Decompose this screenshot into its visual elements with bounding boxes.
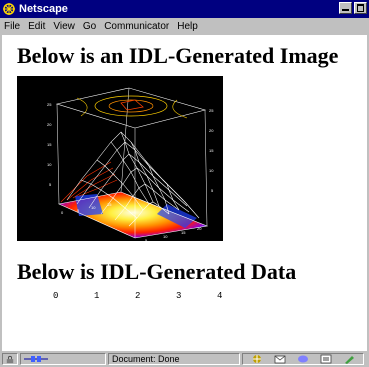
surface-plot-graphic: 25 20 15 10 5 25 20 15 10 5 0 5 10 15 5 …	[47, 87, 214, 241]
svg-text:5: 5	[145, 238, 148, 241]
navigator-icon[interactable]	[251, 354, 263, 364]
status-text-panel: Document: Done	[108, 353, 240, 365]
data-value: 0	[53, 291, 59, 301]
svg-text:5: 5	[211, 188, 214, 193]
mail-icon[interactable]	[274, 354, 286, 364]
svg-text:15: 15	[47, 142, 52, 147]
minimize-icon	[342, 9, 349, 11]
page-content[interactable]: Below is an IDL-Generated Image 25 20 15…	[2, 35, 367, 351]
svg-text:20: 20	[209, 128, 214, 133]
svg-text:25: 25	[209, 108, 214, 113]
data-heading: Below is IDL-Generated Data	[17, 259, 297, 284]
svg-text:15: 15	[181, 230, 186, 235]
composer-icon[interactable]	[320, 354, 332, 364]
menu-communicator[interactable]: Communicator	[100, 21, 173, 32]
menu-help[interactable]: Help	[173, 21, 202, 32]
discussion-icon[interactable]	[297, 354, 309, 364]
idl-plot-image: 25 20 15 10 5 25 20 15 10 5 0 5 10 15 5 …	[17, 76, 223, 241]
component-bar[interactable]	[242, 353, 364, 365]
maximize-icon	[357, 4, 364, 12]
data-value: 2	[135, 291, 141, 301]
menu-bar: File Edit View Go Communicator Help	[0, 18, 369, 34]
svg-text:10: 10	[163, 234, 168, 239]
window-title: Netscape	[19, 3, 68, 15]
menu-view[interactable]: View	[49, 21, 79, 32]
svg-text:15: 15	[107, 202, 112, 207]
image-heading: Below is an IDL-Generated Image	[17, 43, 339, 68]
connection-icon	[24, 356, 48, 362]
svg-text:0: 0	[61, 210, 64, 215]
title-bar: Netscape	[0, 0, 369, 18]
data-value: 4	[217, 291, 223, 301]
svg-text:10: 10	[91, 205, 96, 210]
connection-panel	[20, 353, 106, 365]
svg-text:20: 20	[197, 226, 202, 231]
lock-icon	[6, 355, 14, 363]
svg-text:10: 10	[47, 162, 52, 167]
minimize-button[interactable]	[339, 2, 352, 14]
svg-text:10: 10	[209, 168, 214, 173]
data-value: 1	[94, 291, 100, 301]
svg-text:15: 15	[209, 148, 214, 153]
svg-text:25: 25	[47, 102, 52, 107]
data-values-row: 0 1 2 3 4	[2, 291, 367, 305]
menu-go[interactable]: Go	[79, 21, 100, 32]
security-panel[interactable]	[2, 353, 18, 365]
edit-icon[interactable]	[343, 354, 355, 364]
status-bar: Document: Done	[0, 351, 369, 367]
svg-text:5: 5	[49, 182, 52, 187]
menu-edit[interactable]: Edit	[24, 21, 49, 32]
data-value: 3	[176, 291, 182, 301]
netscape-app-icon	[2, 2, 16, 16]
status-text: Document: Done	[112, 354, 180, 364]
maximize-button[interactable]	[354, 2, 367, 14]
menu-file[interactable]: File	[0, 21, 24, 32]
svg-text:20: 20	[47, 122, 52, 127]
